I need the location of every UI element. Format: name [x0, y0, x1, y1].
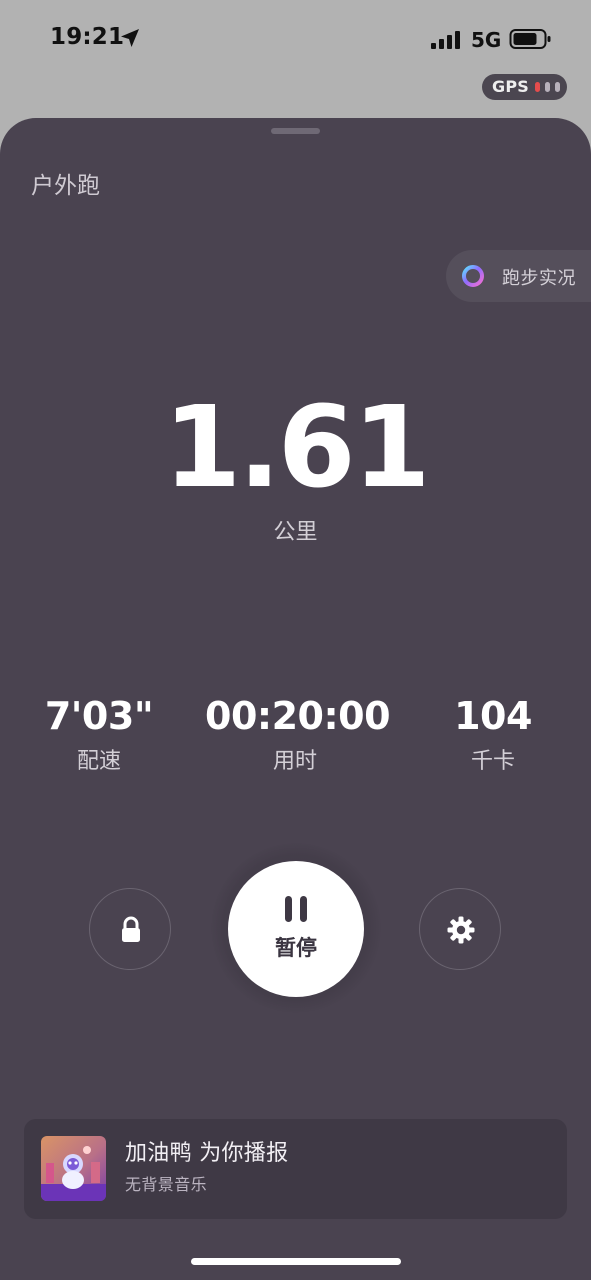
duration-metric: 00:20:00 用时 [205, 688, 391, 780]
gps-signal-dots [535, 82, 560, 92]
duration-value: 00:20:00 [205, 694, 391, 738]
running-live-label: 跑步实况 [502, 268, 576, 289]
home-indicator[interactable] [191, 1258, 401, 1265]
lock-button[interactable] [89, 888, 171, 970]
pause-label: 暂停 [275, 936, 317, 960]
colorful-ring-icon [462, 265, 484, 287]
gps-dot-1 [535, 82, 540, 92]
calories-label: 千卡 [470, 749, 515, 774]
status-time: 19:21 [50, 24, 125, 50]
pace-value: 7'03" [44, 694, 154, 738]
album-art [41, 1136, 106, 1201]
gps-label: GPS [492, 77, 529, 96]
music-title: 加油鸭 为你播报 [125, 1141, 289, 1166]
music-broadcast-card[interactable]: 加油鸭 为你播报 无背景音乐 [24, 1119, 567, 1219]
gear-icon [447, 916, 475, 944]
workout-controls: 暂停 [0, 843, 591, 1018]
workout-mode-title: 户外跑 [31, 173, 100, 199]
calories-metric: 104 千卡 [403, 688, 583, 780]
gps-dot-2 [545, 82, 550, 92]
sheet-handle[interactable] [271, 128, 320, 134]
network-label: 5G [471, 28, 502, 52]
workout-sheet: 户外跑 跑步实况 1.61 公里 7'03" 配速 00:20:00 用时 10… [0, 118, 591, 1280]
metrics-row: 7'03" 配速 00:20:00 用时 104 千卡 [0, 688, 591, 808]
calories-value: 104 [454, 694, 532, 738]
pause-icon [285, 896, 307, 922]
settings-button[interactable] [419, 888, 501, 970]
distance-value: 1.61 [163, 383, 430, 513]
distance-unit: 公里 [273, 520, 318, 545]
gps-dot-3 [555, 82, 560, 92]
music-subtitle: 无背景音乐 [125, 1175, 208, 1194]
lock-icon [122, 916, 140, 942]
cellular-signal-icon [431, 31, 460, 49]
status-bar: 19:21 5G [0, 0, 591, 80]
battery-icon [509, 29, 551, 49]
pace-label: 配速 [76, 749, 121, 774]
pause-button[interactable]: 暂停 [228, 861, 364, 997]
gps-signal-indicator: GPS [482, 74, 567, 100]
pace-metric: 7'03" 配速 [9, 688, 189, 780]
running-screen: 19:21 5G GPS 户外跑 跑步实况 1.61 公里 7'03" 配速 0… [0, 0, 591, 1280]
duration-label: 用时 [272, 749, 317, 774]
running-live-button[interactable]: 跑步实况 [446, 250, 591, 302]
location-arrow-icon [121, 29, 139, 47]
